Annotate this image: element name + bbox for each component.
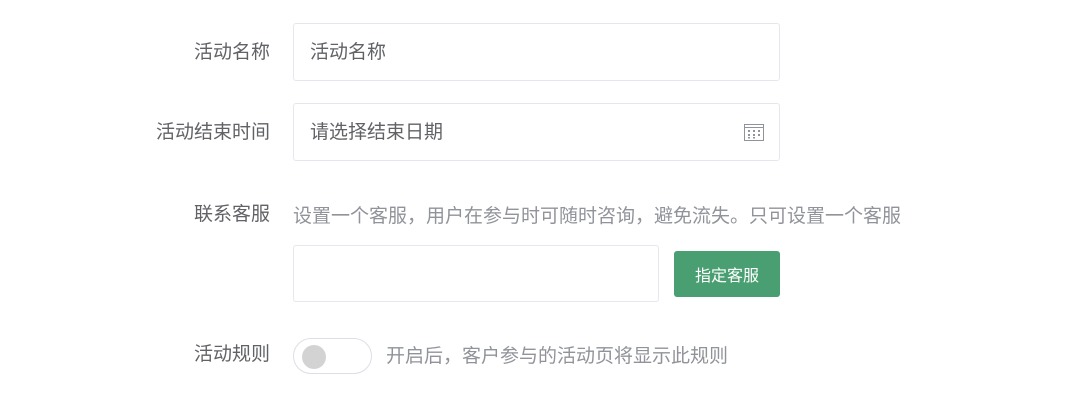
activity-name-label: 活动名称 <box>193 41 270 63</box>
end-time-date-picker[interactable]: 请选择结束日期 <box>293 103 780 161</box>
activity-rules-hint: 开启后，客户参与的活动页将显示此规则 <box>386 345 729 367</box>
activity-form: 活动名称 活动名称 活动结束时间 请选择结束日期 联系客服 设置一个客服，用户在… <box>0 0 1080 403</box>
end-time-placeholder: 请选择结束日期 <box>310 121 444 143</box>
end-time-label: 活动结束时间 <box>155 121 270 143</box>
activity-rules-label: 活动规则 <box>193 343 270 365</box>
customer-service-input[interactable] <box>293 245 659 302</box>
activity-name-input[interactable]: 活动名称 <box>293 23 780 81</box>
activity-name-placeholder: 活动名称 <box>310 41 387 63</box>
toggle-knob <box>302 345 326 369</box>
assign-customer-service-button[interactable]: 指定客服 <box>674 251 780 297</box>
activity-rules-toggle[interactable] <box>293 338 372 374</box>
calendar-icon[interactable] <box>744 123 764 141</box>
customer-service-hint: 设置一个客服，用户在参与时可随时咨询，避免流失。只可设置一个客服 <box>293 205 902 227</box>
customer-service-label: 联系客服 <box>193 203 270 225</box>
